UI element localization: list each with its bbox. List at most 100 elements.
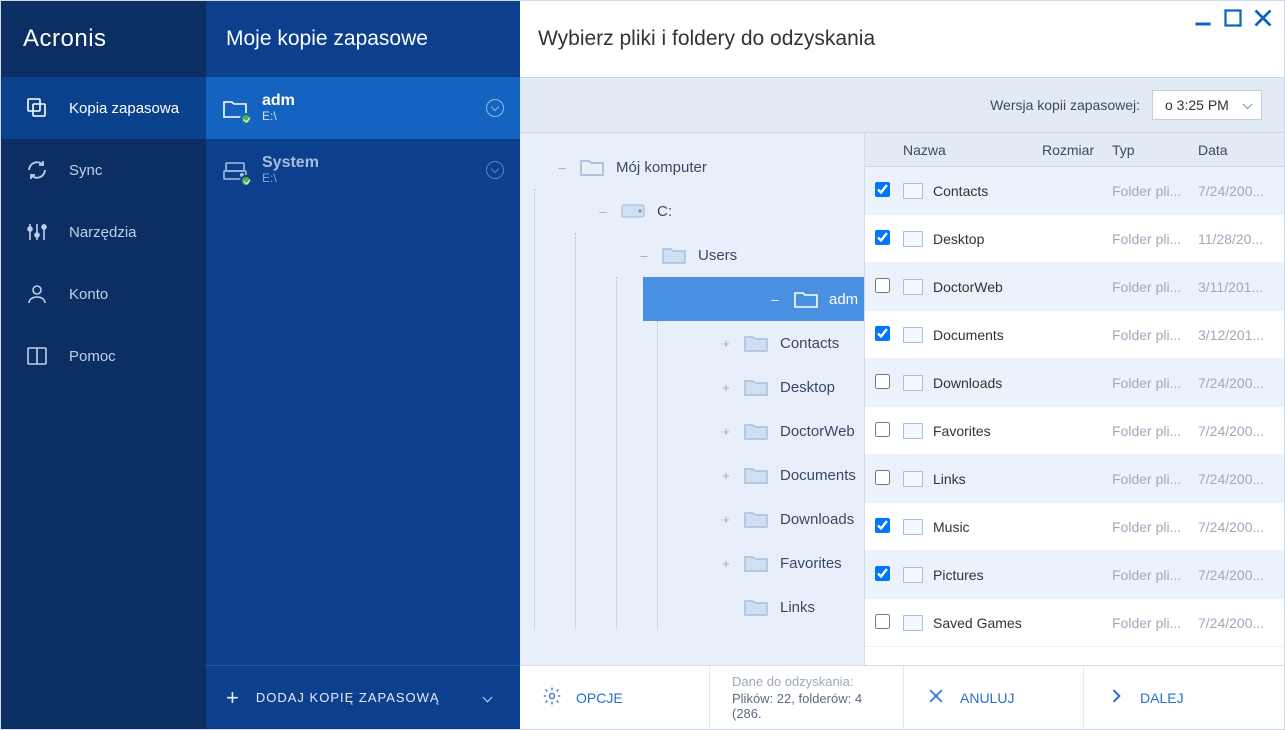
file-date: 3/12/201...: [1198, 327, 1284, 343]
folder-icon: [580, 157, 606, 177]
expander-icon[interactable]: +: [718, 556, 734, 571]
table-row[interactable]: DoctorWebFolder pli...3/11/201...: [865, 263, 1284, 311]
file-name: Contacts: [933, 183, 988, 199]
row-checkbox[interactable]: [875, 182, 890, 197]
nav-item-tools[interactable]: Narzędzia: [1, 201, 206, 263]
tree-label: Documents: [780, 467, 856, 484]
folder-tree[interactable]: – Mój komputer – C: – Users: [520, 133, 864, 665]
options-button[interactable]: OPCJE: [520, 666, 710, 729]
col-date-header[interactable]: Data: [1198, 142, 1284, 158]
tree-adm-selected[interactable]: – adm: [643, 277, 864, 321]
tree-users[interactable]: – Users: [616, 233, 864, 277]
folder-icon: [222, 95, 248, 121]
file-list: Nazwa Rozmiar Typ Data ContactsFolder pl…: [864, 133, 1284, 665]
tree-drive[interactable]: – C:: [575, 189, 864, 233]
table-row[interactable]: DownloadsFolder pli...7/24/200...: [865, 359, 1284, 407]
tree-label: DoctorWeb: [780, 423, 855, 440]
tree-node[interactable]: + Documents: [698, 453, 864, 497]
cancel-button[interactable]: ANULUJ: [904, 666, 1084, 729]
close-button[interactable]: [1254, 9, 1272, 27]
folder-icon: [903, 279, 923, 295]
version-select[interactable]: o 3:25 PM: [1152, 90, 1262, 120]
expander-icon[interactable]: +: [718, 468, 734, 483]
row-checkbox[interactable]: [875, 422, 890, 437]
expander-icon[interactable]: +: [718, 512, 734, 527]
col-size-header[interactable]: Rozmiar: [1042, 142, 1112, 158]
file-name: Desktop: [933, 231, 984, 247]
table-row[interactable]: LinksFolder pli...7/24/200...: [865, 455, 1284, 503]
nav-item-account[interactable]: Konto: [1, 263, 206, 325]
backup-card[interactable]: admE:\: [206, 77, 520, 139]
tree-node[interactable]: + Downloads: [698, 497, 864, 541]
file-name: Links: [933, 471, 966, 487]
chevron-down-icon: [484, 694, 500, 701]
tree-label: Downloads: [780, 511, 854, 528]
tree-label: Users: [698, 247, 737, 264]
tree-node[interactable]: + Favorites: [698, 541, 864, 585]
col-type-header[interactable]: Typ: [1112, 142, 1198, 158]
expander-icon[interactable]: –: [636, 248, 652, 263]
drive-icon: [621, 201, 647, 221]
file-date: 7/24/200...: [1198, 567, 1284, 583]
nav-item-help[interactable]: Pomoc: [1, 325, 206, 387]
table-row[interactable]: DocumentsFolder pli...3/12/201...: [865, 311, 1284, 359]
tree-label: Favorites: [780, 555, 842, 572]
tree-root[interactable]: – Mój komputer: [534, 145, 864, 189]
backups-column: Moje kopie zapasowe admE:\SystemE:\ + DO…: [206, 1, 520, 729]
table-row[interactable]: DesktopFolder pli...11/28/20...: [865, 215, 1284, 263]
row-checkbox[interactable]: [875, 614, 890, 629]
row-checkbox[interactable]: [875, 230, 890, 245]
expander-icon[interactable]: +: [718, 424, 734, 439]
nav-label: Sync: [69, 162, 102, 179]
chevron-down-icon[interactable]: [486, 99, 504, 117]
row-checkbox[interactable]: [875, 374, 890, 389]
folder-icon: [744, 509, 770, 529]
file-name: Favorites: [933, 423, 991, 439]
row-checkbox[interactable]: [875, 566, 890, 581]
expander-icon[interactable]: –: [554, 160, 570, 175]
minimize-button[interactable]: [1194, 9, 1212, 27]
bottom-bar: OPCJE Dane do odzyskania: Plików: 22, fo…: [520, 665, 1284, 729]
col-name-header[interactable]: Nazwa: [899, 142, 1042, 158]
chevron-down-icon[interactable]: [486, 161, 504, 179]
help-icon: [25, 344, 49, 368]
row-checkbox[interactable]: [875, 470, 890, 485]
next-label: DALEJ: [1140, 690, 1184, 706]
folder-icon: [903, 471, 923, 487]
tree-label: C:: [657, 203, 672, 220]
expander-icon[interactable]: +: [718, 380, 734, 395]
file-date: 3/11/201...: [1198, 279, 1284, 295]
table-row[interactable]: MusicFolder pli...7/24/200...: [865, 503, 1284, 551]
file-date: 7/24/200...: [1198, 183, 1284, 199]
folder-icon: [903, 375, 923, 391]
row-checkbox[interactable]: [875, 278, 890, 293]
list-body[interactable]: ContactsFolder pli...7/24/200...DesktopF…: [865, 167, 1284, 665]
next-button[interactable]: DALEJ: [1084, 666, 1284, 729]
nav-item-sync[interactable]: Sync: [1, 139, 206, 201]
row-checkbox[interactable]: [875, 518, 890, 533]
add-backup-button[interactable]: + DODAJ KOPIĘ ZAPASOWĄ: [206, 665, 520, 729]
row-checkbox[interactable]: [875, 326, 890, 341]
brand-text: Acronis: [23, 25, 107, 53]
maximize-button[interactable]: [1224, 9, 1242, 27]
nav-label: Konto: [69, 286, 108, 303]
nav-item-backup[interactable]: Kopia zapasowa: [1, 77, 206, 139]
table-row[interactable]: FavoritesFolder pli...7/24/200...: [865, 407, 1284, 455]
backup-card[interactable]: SystemE:\: [206, 139, 520, 201]
expander-icon[interactable]: +: [718, 336, 734, 351]
list-header: Nazwa Rozmiar Typ Data: [865, 133, 1284, 167]
table-row[interactable]: ContactsFolder pli...7/24/200...: [865, 167, 1284, 215]
expander-icon[interactable]: –: [595, 204, 611, 219]
tree-node[interactable]: + DoctorWeb: [698, 409, 864, 453]
table-row[interactable]: PicturesFolder pli...7/24/200...: [865, 551, 1284, 599]
table-row[interactable]: Saved GamesFolder pli...7/24/200...: [865, 599, 1284, 647]
file-date: 11/28/20...: [1198, 231, 1284, 247]
brand-logo: Acronis: [1, 1, 206, 77]
file-type: Folder pli...: [1112, 615, 1198, 631]
tree-node[interactable]: +Contacts: [698, 321, 864, 365]
file-name: Saved Games: [933, 615, 1022, 631]
tree-node[interactable]: +Desktop: [698, 365, 864, 409]
file-name: DoctorWeb: [933, 279, 1003, 295]
expander-icon[interactable]: –: [767, 292, 783, 307]
tree-node[interactable]: Links: [698, 585, 864, 629]
